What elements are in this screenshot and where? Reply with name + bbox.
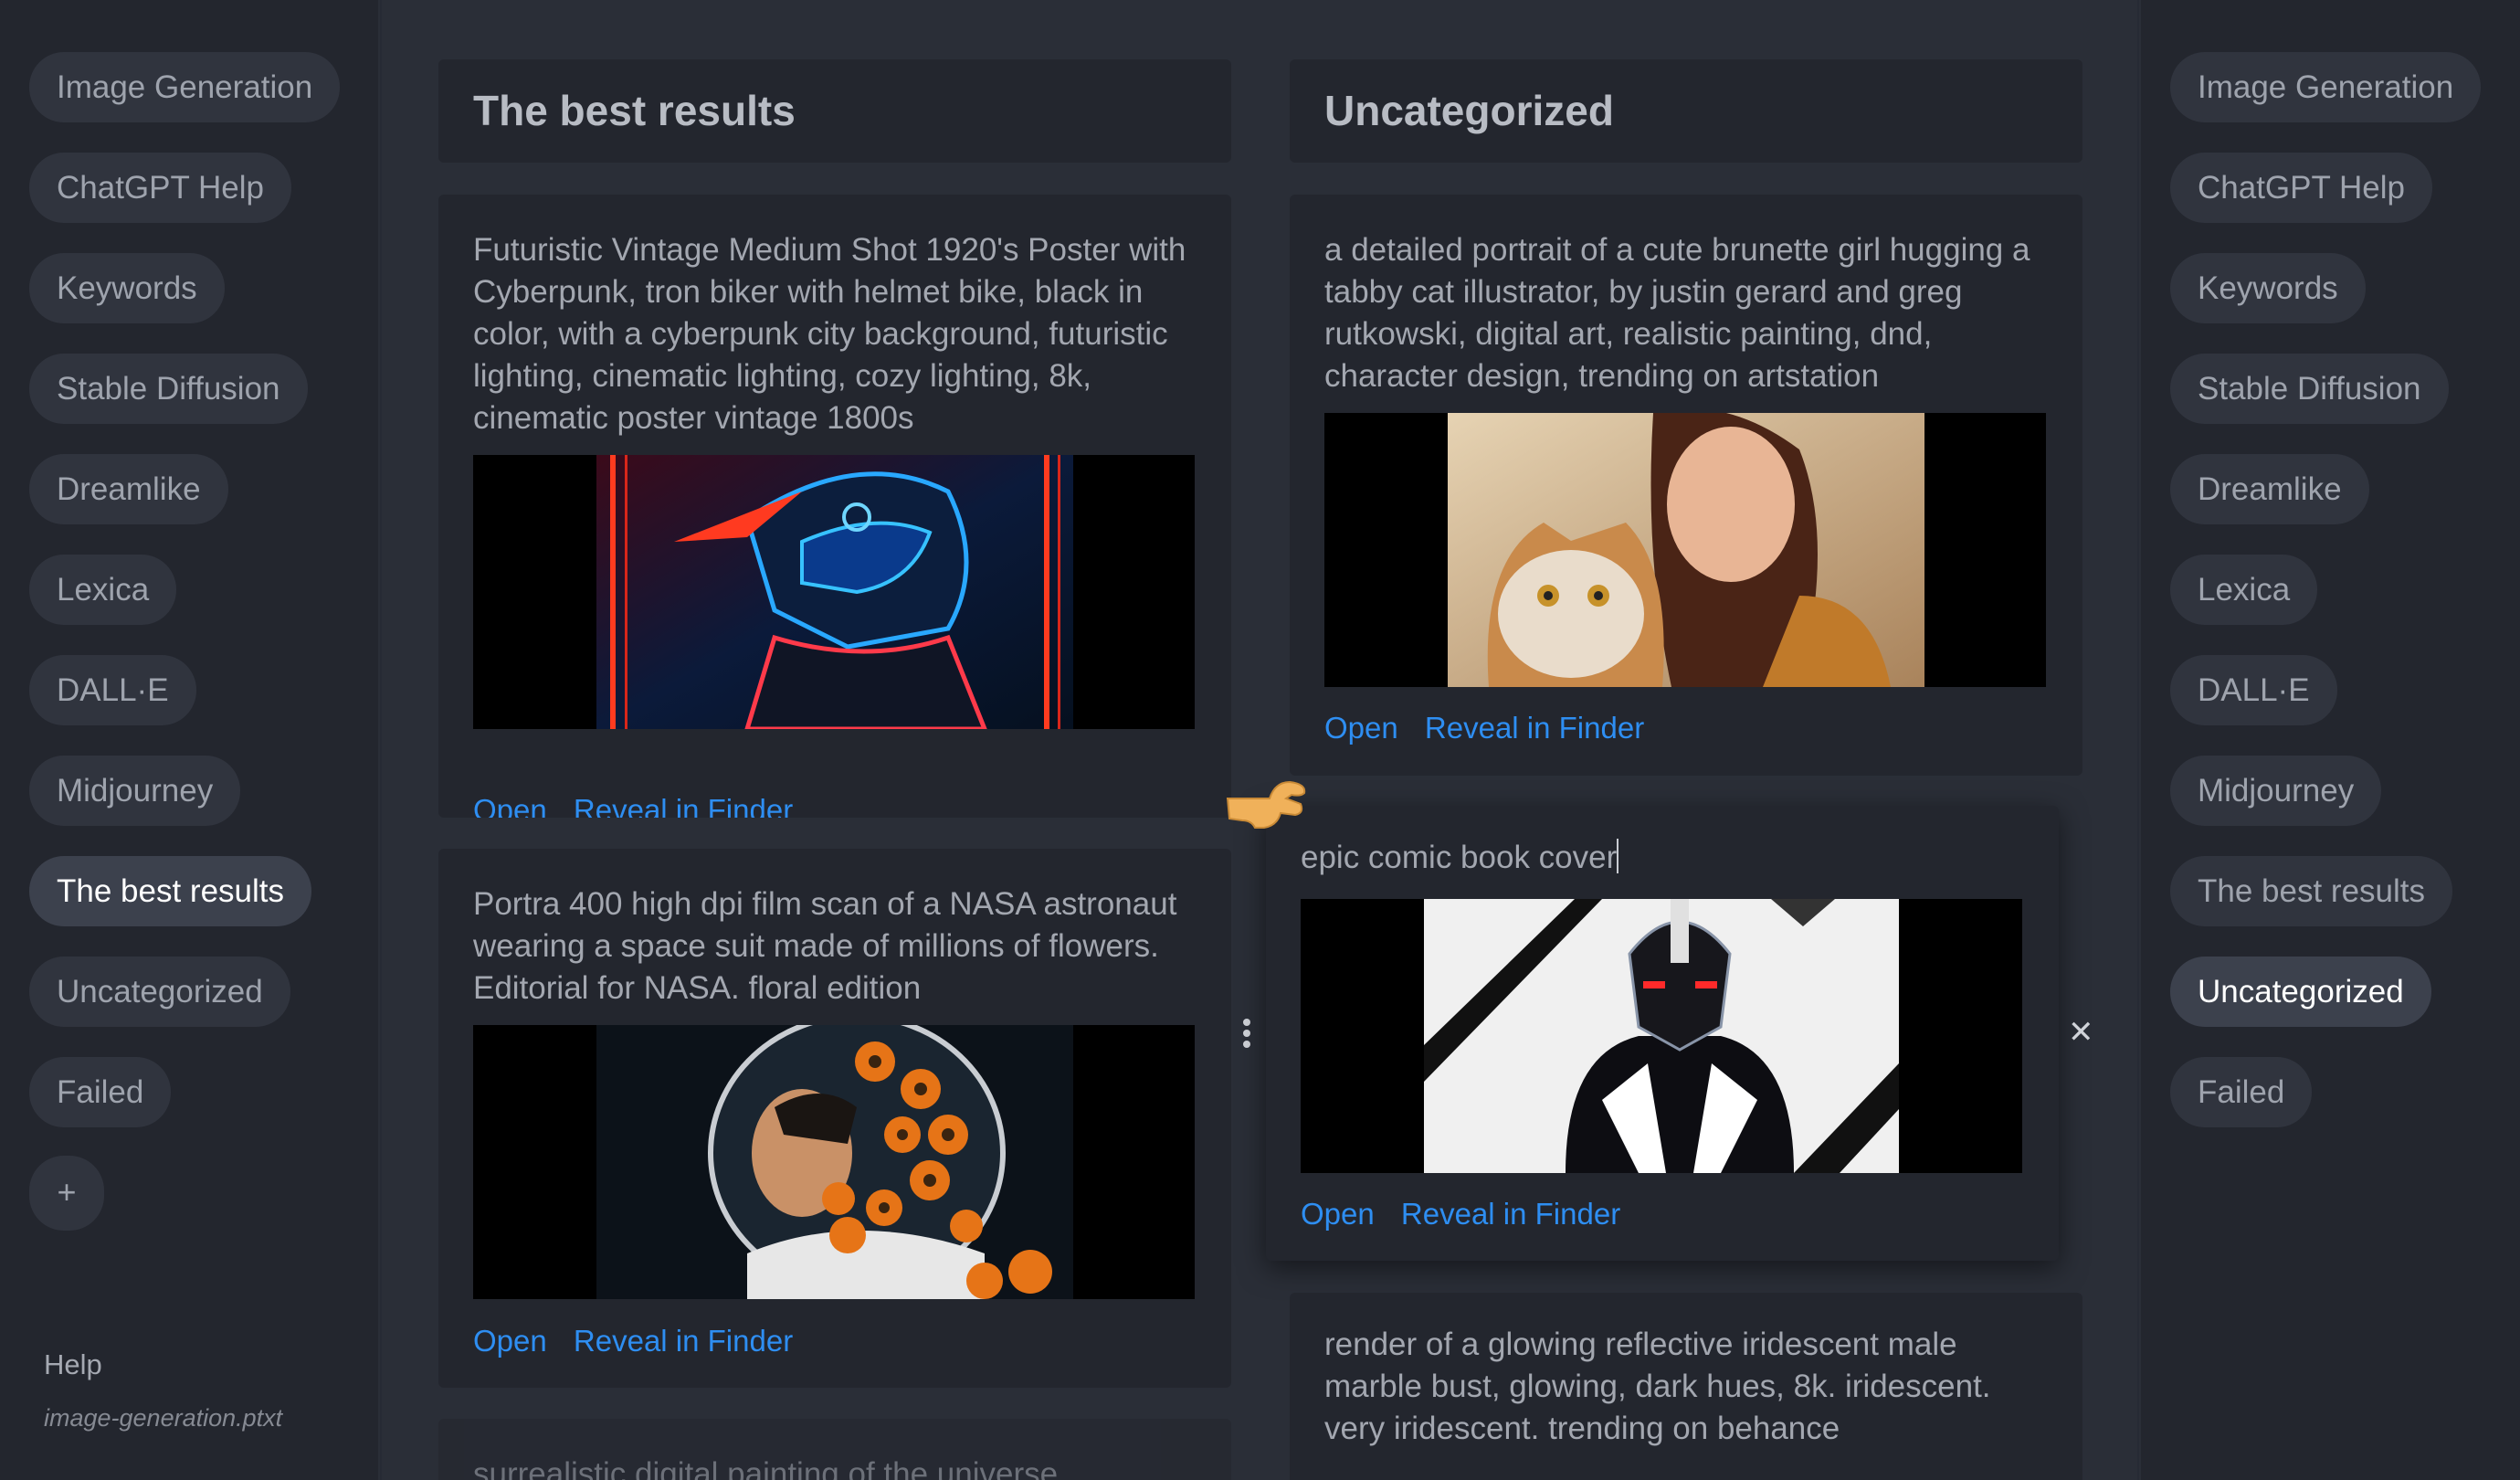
reveal-in-finder-link[interactable]: Reveal in Finder: [574, 1324, 793, 1358]
sidebar-item-lexica[interactable]: Lexica: [2170, 555, 2318, 625]
prompt-text-editing[interactable]: epic comic book cover: [1301, 837, 2024, 879]
prompt-card[interactable]: surrealistic digital painting of the uni…: [438, 1419, 1231, 1480]
sidebar-item-chatgpt-help[interactable]: ChatGPT Help: [2170, 153, 2432, 223]
cyberpunk-biker-image: [473, 455, 1195, 729]
sidebar-item-the-best-results[interactable]: The best results: [29, 856, 311, 926]
prompt-text: a detailed portrait of a cute brunette g…: [1324, 232, 2030, 394]
prompt-card[interactable]: render of a glowing reflective iridescen…: [1290, 1293, 2082, 1480]
sidebar-item-image-generation[interactable]: Image Generation: [2170, 52, 2482, 122]
app-window: Image Generation ChatGPT Help Keywords S…: [0, 0, 2520, 1480]
sidebar-item-lexica[interactable]: Lexica: [29, 555, 177, 625]
sidebar-item-dreamlike[interactable]: Dreamlike: [29, 454, 228, 524]
prompt-card[interactable]: a detailed portrait of a cute brunette g…: [1290, 195, 2082, 776]
sidebar-item-failed[interactable]: Failed: [2170, 1057, 2313, 1127]
reveal-in-finder-link[interactable]: Reveal in Finder: [1425, 711, 1644, 745]
open-link[interactable]: Open: [473, 1324, 547, 1358]
add-category-button[interactable]: +: [29, 1156, 104, 1231]
main-board: The best results Futuristic Vintage Medi…: [382, 0, 2137, 1480]
open-link[interactable]: Open: [1301, 1197, 1375, 1231]
left-sidebar: Image Generation ChatGPT Help Keywords S…: [0, 0, 380, 1480]
sidebar-item-image-generation[interactable]: Image Generation: [29, 52, 341, 122]
help-link[interactable]: Help: [44, 1348, 102, 1381]
sidebar-item-dalle[interactable]: DALL·E: [29, 655, 196, 725]
reveal-in-finder-link[interactable]: Reveal in Finder: [574, 793, 793, 818]
card-actions: Open Reveal in Finder: [1301, 1197, 1639, 1232]
open-link[interactable]: Open: [1324, 711, 1398, 745]
girl-with-cat-image: [1324, 413, 2046, 687]
right-sidebar: Image Generation ChatGPT Help Keywords S…: [2139, 0, 2520, 1480]
prompt-text: render of a glowing reflective iridescen…: [1324, 1327, 1991, 1446]
close-icon[interactable]: ✕: [2068, 1014, 2094, 1051]
comic-hero-image: [1301, 899, 2022, 1173]
sidebar-item-midjourney[interactable]: Midjourney: [2170, 756, 2382, 826]
file-name-label: image-generation.ptxt: [44, 1404, 283, 1432]
open-link[interactable]: Open: [473, 793, 547, 818]
column-title-uncategorized: Uncategorized: [1290, 59, 2082, 163]
sidebar-item-keywords[interactable]: Keywords: [29, 253, 225, 323]
card-actions: Open Reveal in Finder: [473, 793, 811, 818]
card-actions: Open Reveal in Finder: [1324, 711, 1662, 745]
sidebar-item-uncategorized[interactable]: Uncategorized: [29, 957, 290, 1027]
prompt-card[interactable]: Portra 400 high dpi film scan of a NASA …: [438, 849, 1231, 1388]
prompt-text: surrealistic digital painting of the uni…: [473, 1456, 1059, 1480]
column-title-best-results: The best results: [438, 59, 1231, 163]
sidebar-item-the-best-results[interactable]: The best results: [2170, 856, 2452, 926]
sidebar-item-stable-diffusion[interactable]: Stable Diffusion: [2170, 354, 2449, 424]
sidebar-item-midjourney[interactable]: Midjourney: [29, 756, 241, 826]
grab-hand-cursor-icon: [1224, 777, 1308, 840]
prompt-card[interactable]: Futuristic Vintage Medium Shot 1920's Po…: [438, 195, 1231, 818]
card-actions: Open Reveal in Finder: [473, 1324, 811, 1358]
sidebar-item-dreamlike[interactable]: Dreamlike: [2170, 454, 2369, 524]
dragged-prompt-card[interactable]: epic comic book cover Open Reveal in Fin…: [1266, 806, 2059, 1261]
prompt-text: Futuristic Vintage Medium Shot 1920's Po…: [473, 232, 1186, 436]
sidebar-item-stable-diffusion[interactable]: Stable Diffusion: [29, 354, 308, 424]
sidebar-item-dalle[interactable]: DALL·E: [2170, 655, 2337, 725]
floral-astronaut-image: [473, 1025, 1195, 1299]
sidebar-item-keywords[interactable]: Keywords: [2170, 253, 2366, 323]
sidebar-item-chatgpt-help[interactable]: ChatGPT Help: [29, 153, 291, 223]
sidebar-item-uncategorized[interactable]: Uncategorized: [2170, 957, 2431, 1027]
sidebar-item-failed[interactable]: Failed: [29, 1057, 172, 1127]
reveal-in-finder-link[interactable]: Reveal in Finder: [1401, 1197, 1620, 1231]
drag-handle-icon[interactable]: [1240, 1019, 1253, 1055]
prompt-text: Portra 400 high dpi film scan of a NASA …: [473, 886, 1177, 1006]
